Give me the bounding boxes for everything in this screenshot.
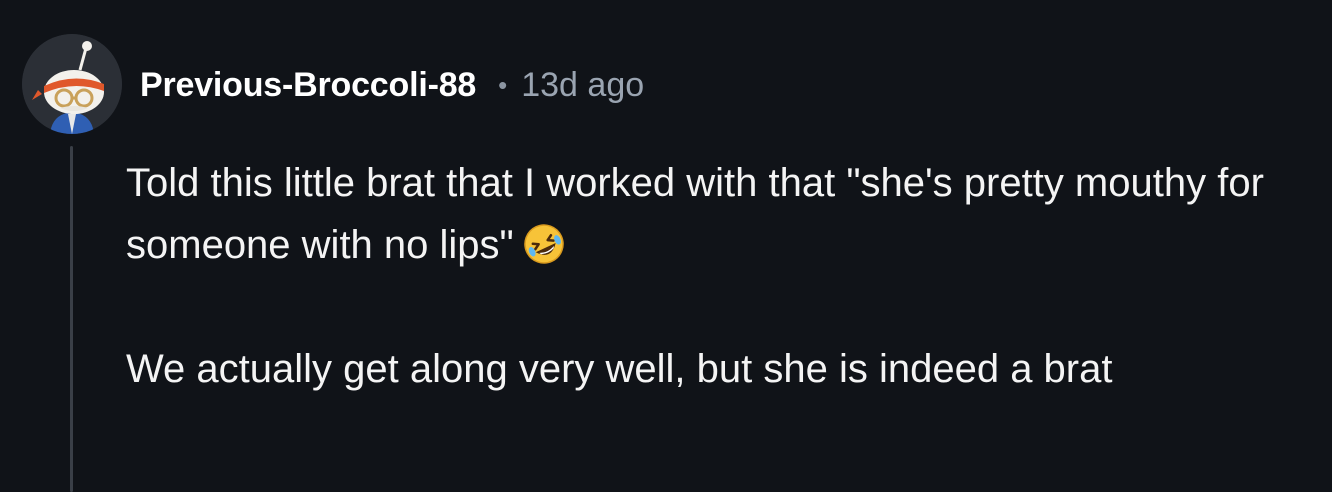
rolling-on-floor-laughing-emoji-icon [523,224,564,264]
timestamp[interactable]: 13d ago [521,66,644,105]
username-link[interactable]: Previous-Broccoli-88 [140,66,476,105]
comment-paragraph: Told this little brat that I worked with… [126,152,1316,276]
comment-paragraph: We actually get along very well, but she… [126,347,1113,391]
avatar[interactable] [22,34,122,134]
meta-separator: • [498,69,508,100]
comment: Previous-Broccoli-88 • 13d ago Told this… [0,0,1332,492]
comment-meta: Previous-Broccoli-88 • 13d ago [140,62,644,108]
thread-collapse-line[interactable] [70,146,73,492]
comment-body: Told this little brat that I worked with… [126,152,1316,400]
snoo-avatar-icon [22,34,122,134]
comment-paragraph-text: Told this little brat that I worked with… [126,161,1264,267]
